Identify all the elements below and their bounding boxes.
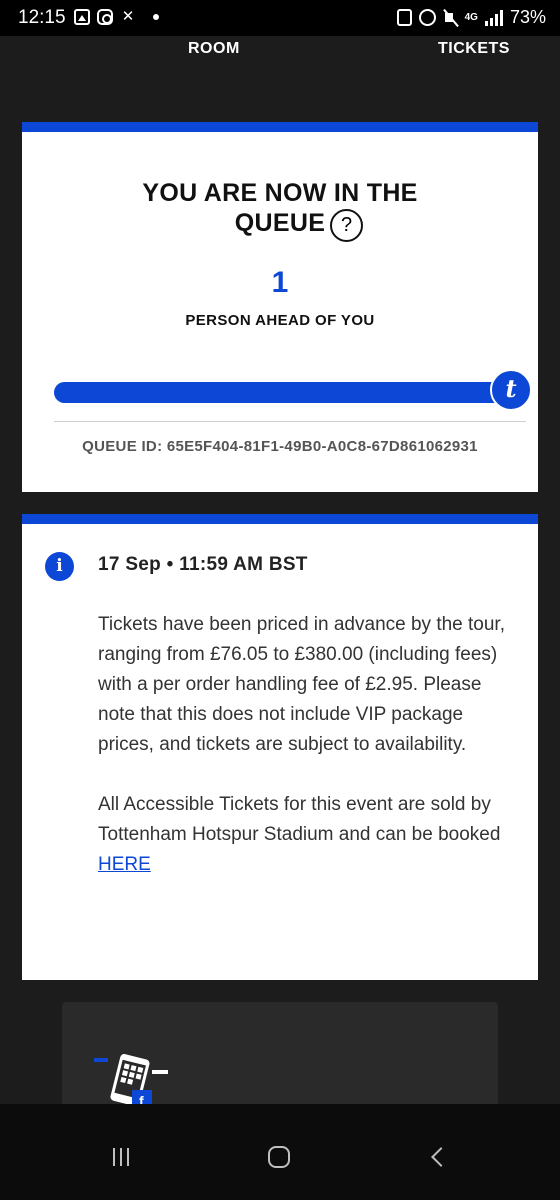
pricing-paragraph: Tickets have been priced in advance by t…	[98, 614, 505, 755]
queue-progress-bar	[54, 382, 526, 403]
phone-tickets-icon: f	[94, 1054, 168, 1106]
system-nav-bar	[0, 1104, 560, 1200]
top-nav: ROOM TICKETS	[0, 36, 560, 86]
event-date: 17 Sep • 11:59 AM BST	[98, 554, 308, 575]
recent-apps-icon[interactable]	[113, 1148, 129, 1166]
accessible-text: All Accessible Tickets for this event ar…	[98, 794, 501, 845]
status-time: 12:15	[18, 7, 66, 28]
status-right-icons: 4G 73%	[396, 7, 546, 28]
help-icon[interactable]: ?	[330, 209, 363, 242]
recycle-icon	[396, 9, 412, 26]
status-bar: 12:15 ✕ 4G 73%	[0, 0, 560, 36]
nav-tickets[interactable]: TICKETS	[438, 40, 510, 58]
divider	[54, 421, 526, 422]
people-ahead-label: PERSON AHEAD OF YOU	[185, 312, 375, 329]
alarm-icon	[418, 9, 436, 26]
battery-percent: 73%	[509, 7, 546, 27]
accessible-tickets-link[interactable]: HERE	[98, 854, 151, 875]
nav-room[interactable]: ROOM	[188, 40, 240, 58]
network-icon: 4G	[464, 12, 478, 23]
info-body: Tickets have been priced in advance by t…	[98, 610, 518, 880]
home-icon[interactable]	[268, 1146, 290, 1168]
signal-icon	[484, 9, 503, 26]
gallery-icon	[74, 9, 90, 25]
x-icon: ✕	[121, 8, 135, 25]
back-icon[interactable]	[431, 1147, 451, 1167]
people-ahead-count: 1	[271, 266, 289, 299]
ticketmaster-logo-icon: t	[490, 369, 532, 411]
instagram-icon	[97, 9, 113, 25]
queue-card: YOU ARE NOW IN THE QUEUE ? 1 PERSON AHEA…	[22, 122, 538, 492]
info-icon: i	[45, 552, 74, 581]
queue-title: YOU ARE NOW IN THE QUEUE	[22, 178, 538, 238]
queue-progress-fill	[54, 382, 512, 403]
notification-dot	[153, 14, 159, 20]
accessible-paragraph: All Accessible Tickets for this event ar…	[98, 790, 518, 880]
status-left-icons: ✕	[74, 9, 159, 25]
info-card: i 17 Sep • 11:59 AM BST Tickets have bee…	[22, 514, 538, 980]
queue-title-text: YOU ARE NOW IN THE QUEUE	[142, 179, 418, 237]
queue-id: QUEUE ID: 65E5F404-81F1-49B0-A0C8-67D861…	[82, 438, 478, 455]
promo-card: f	[62, 1002, 498, 1106]
mute-icon	[443, 9, 458, 26]
